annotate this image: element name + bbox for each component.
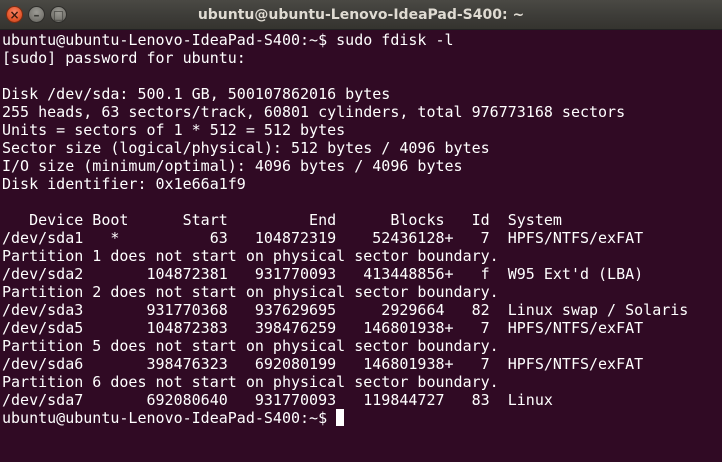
terminal-line: 255 heads, 63 sectors/track, 60801 cylin… — [2, 103, 626, 121]
partition-row: /dev/sda6 398476323 692080199 146801938+… — [2, 355, 644, 373]
shell-prompt: ubuntu@ubuntu-Lenovo-IdeaPad-S400:~$ — [2, 409, 337, 427]
partition-warning: Partition 1 does not start on physical s… — [2, 247, 499, 265]
partition-warning: Partition 2 does not start on physical s… — [2, 283, 499, 301]
terminal-line: Units = sectors of 1 * 512 = 512 bytes — [2, 121, 346, 139]
title-bar[interactable]: × – □ ubuntu@ubuntu-Lenovo-IdeaPad-S400:… — [0, 0, 722, 30]
prompt-line[interactable]: ubuntu@ubuntu-Lenovo-IdeaPad-S400:~$ — [2, 409, 720, 427]
partition-row: /dev/sda2 104872381 931770093 413448856+… — [2, 265, 644, 283]
terminal-line: Sector size (logical/physical): 512 byte… — [2, 139, 490, 157]
partition-table-header: Device Boot Start End Blocks Id System — [2, 211, 562, 229]
terminal-line: I/O size (minimum/optimal): 4096 bytes /… — [2, 157, 463, 175]
partition-warning: Partition 5 does not start on physical s… — [2, 337, 499, 355]
partition-warning: Partition 6 does not start on physical s… — [2, 373, 499, 391]
terminal-line: ubuntu@ubuntu-Lenovo-IdeaPad-S400:~$ sud… — [2, 31, 454, 49]
partition-row: /dev/sda7 692080640 931770093 119844727 … — [2, 391, 553, 409]
partition-row: /dev/sda5 104872383 398476259 146801938+… — [2, 319, 644, 337]
terminal-output[interactable]: ubuntu@ubuntu-Lenovo-IdeaPad-S400:~$ sud… — [2, 31, 720, 460]
terminal-line: [sudo] password for ubuntu: — [2, 49, 246, 67]
terminal-line: Disk /dev/sda: 500.1 GB, 500107862016 by… — [2, 85, 391, 103]
terminal-line: Disk identifier: 0x1e66a1f9 — [2, 175, 246, 193]
text-cursor — [336, 409, 345, 426]
partition-row: /dev/sda1 * 63 104872319 52436128+ 7 HPF… — [2, 229, 644, 247]
window-title: ubuntu@ubuntu-Lenovo-IdeaPad-S400: ~ — [197, 7, 525, 23]
partition-row: /dev/sda3 931770368 937629695 2929664 82… — [2, 301, 689, 319]
terminal-window: × – □ ubuntu@ubuntu-Lenovo-IdeaPad-S400:… — [0, 0, 722, 462]
